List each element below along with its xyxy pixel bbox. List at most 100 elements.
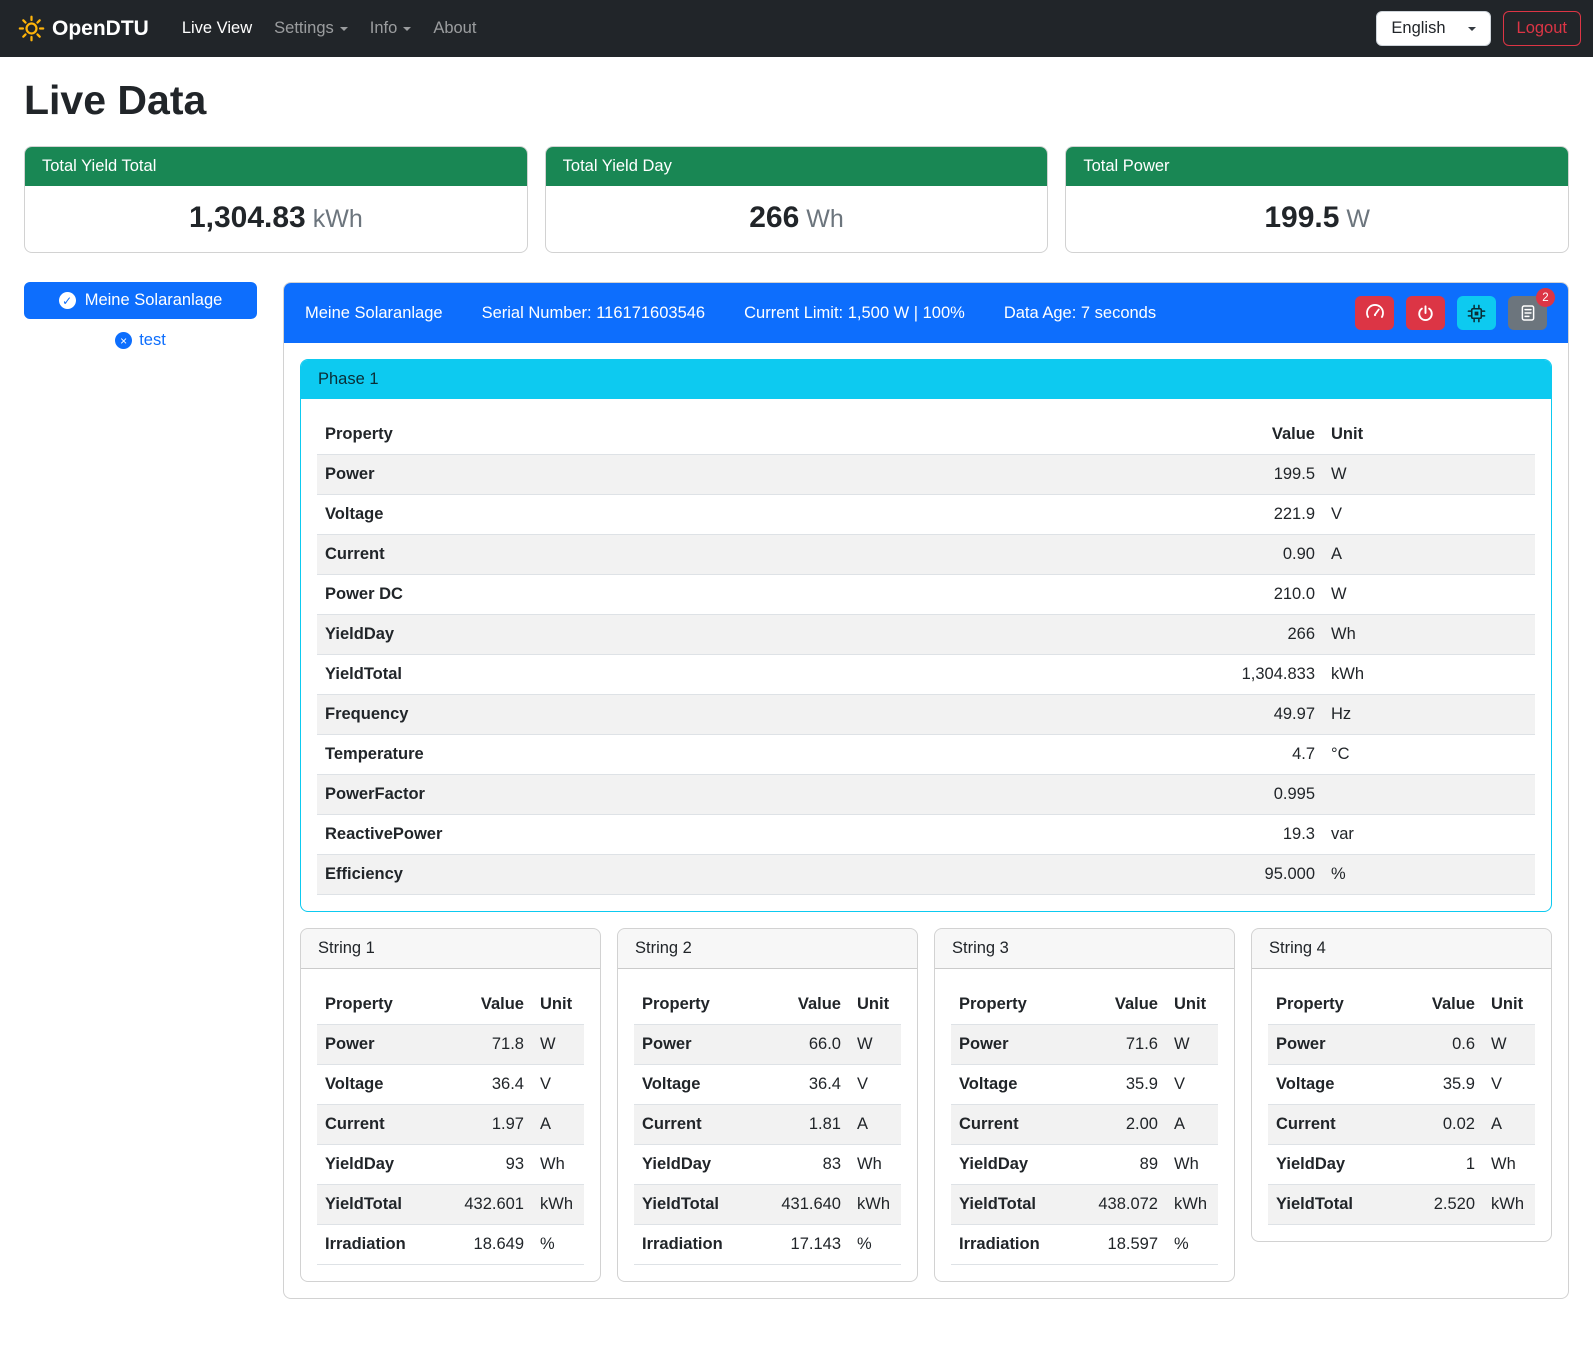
- table-row: YieldTotal432.601kWh: [317, 1185, 584, 1225]
- row-unit: Hz: [1323, 695, 1535, 735]
- summary-card-body: 1,304.83kWh: [25, 186, 527, 252]
- row-unit: W: [1483, 1025, 1535, 1065]
- caret-down-icon: [1468, 27, 1476, 31]
- row-property: Efficiency: [317, 855, 919, 895]
- table-row: Power199.5W: [317, 455, 1535, 495]
- table-row: YieldDay1Wh: [1268, 1145, 1535, 1185]
- row-value: 66.0: [773, 1025, 849, 1065]
- inverter-list-item-test[interactable]: × test: [24, 331, 257, 350]
- table-row: Current2.00A: [951, 1105, 1218, 1145]
- row-property: Temperature: [317, 735, 919, 775]
- table-row: Voltage36.4V: [634, 1065, 901, 1105]
- row-value: 95.000: [919, 855, 1323, 895]
- string-card-title: String 2: [618, 929, 917, 969]
- event-count-badge: 2: [1536, 288, 1555, 307]
- table-header-row: Property Value Unit: [634, 985, 901, 1025]
- summary-card-total-yield-total: Total Yield Total 1,304.83kWh: [24, 146, 528, 253]
- table-header-row: Property Value Unit: [317, 985, 584, 1025]
- string-card-1: String 1 Property Value Unit: [300, 928, 601, 1282]
- string-card-4: String 4 Property Value Unit: [1251, 928, 1552, 1242]
- row-property: YieldDay: [317, 1145, 456, 1185]
- row-property: Power: [317, 455, 919, 495]
- power-icon: [1416, 304, 1435, 323]
- row-unit: V: [1483, 1065, 1535, 1105]
- row-unit: %: [532, 1225, 584, 1265]
- summary-unit: kWh: [313, 205, 363, 233]
- navbar: OpenDTU Live View Settings Info About En…: [0, 0, 1593, 57]
- table-row: Voltage221.9V: [317, 495, 1535, 535]
- nav-item-label: Live View: [182, 19, 252, 38]
- row-property: YieldDay: [951, 1145, 1090, 1185]
- header-unit: Unit: [849, 985, 901, 1025]
- summary-value: 199.5: [1264, 201, 1339, 234]
- row-value: 71.6: [1090, 1025, 1166, 1065]
- inverter-name: Meine Solaranlage: [305, 304, 443, 323]
- row-unit: A: [1166, 1105, 1218, 1145]
- row-property: YieldTotal: [317, 655, 919, 695]
- row-property: ReactivePower: [317, 815, 919, 855]
- inverter-select-button[interactable]: ✓ Meine Solaranlage: [24, 282, 257, 319]
- limit-settings-button[interactable]: [1355, 296, 1394, 330]
- event-log-button[interactable]: 2: [1508, 296, 1547, 330]
- nav-item-about[interactable]: About: [422, 11, 487, 46]
- row-value: 93: [456, 1145, 532, 1185]
- phase-table: Property Value Unit Power199.5WVoltage22…: [317, 415, 1535, 895]
- string-table: Property Value Unit Power71.6WVoltage35.…: [951, 985, 1218, 1265]
- row-value: 221.9: [919, 495, 1323, 535]
- row-property: YieldTotal: [634, 1185, 773, 1225]
- summary-card-body: 266Wh: [546, 186, 1048, 252]
- power-button[interactable]: [1406, 296, 1445, 330]
- table-row: PowerFactor0.995: [317, 775, 1535, 815]
- row-property: Voltage: [951, 1065, 1090, 1105]
- row-unit: kWh: [849, 1185, 901, 1225]
- caret-down-icon: [340, 27, 348, 31]
- row-unit: V: [849, 1065, 901, 1105]
- nav-item-info[interactable]: Info: [359, 11, 423, 46]
- row-value: 17.143: [773, 1225, 849, 1265]
- string-card-body: Property Value Unit Power71.8WVoltage36.…: [301, 969, 600, 1281]
- table-row: Voltage35.9V: [951, 1065, 1218, 1105]
- string-card-title: String 3: [935, 929, 1234, 969]
- row-unit: A: [1323, 535, 1535, 575]
- table-row: Irradiation18.597%: [951, 1225, 1218, 1265]
- row-value: 49.97: [919, 695, 1323, 735]
- row-property: Power: [634, 1025, 773, 1065]
- language-select[interactable]: English: [1376, 11, 1490, 46]
- row-property: Power: [1268, 1025, 1407, 1065]
- row-property: Power: [951, 1025, 1090, 1065]
- row-value: 0.02: [1407, 1105, 1483, 1145]
- app-brand[interactable]: OpenDTU: [10, 15, 157, 42]
- summary-cards-row: Total Yield Total 1,304.83kWh Total Yiel…: [24, 146, 1569, 253]
- string-card-3: String 3 Property Value Unit: [934, 928, 1235, 1282]
- header-value: Value: [456, 985, 532, 1025]
- strings-row: String 1 Property Value Unit: [300, 928, 1552, 1282]
- table-row: Power66.0W: [634, 1025, 901, 1065]
- navbar-right: English Logout: [1376, 11, 1581, 46]
- row-property: Irradiation: [634, 1225, 773, 1265]
- summary-card-total-yield-day: Total Yield Day 266Wh: [545, 146, 1049, 253]
- header-property: Property: [317, 985, 456, 1025]
- nav-item-live-view[interactable]: Live View: [171, 11, 263, 46]
- row-value: 36.4: [773, 1065, 849, 1105]
- language-select-value: English: [1391, 19, 1445, 38]
- row-unit: A: [849, 1105, 901, 1145]
- row-property: Current: [1268, 1105, 1407, 1145]
- row-unit: V: [1166, 1065, 1218, 1105]
- table-row: YieldTotal431.640kWh: [634, 1185, 901, 1225]
- row-unit: W: [849, 1025, 901, 1065]
- header-property: Property: [317, 415, 919, 455]
- string-card-body: Property Value Unit Power66.0WVoltage36.…: [618, 969, 917, 1281]
- summary-card-title: Total Yield Day: [546, 147, 1048, 186]
- row-value: 4.7: [919, 735, 1323, 775]
- row-unit: [1323, 775, 1535, 815]
- table-row: Voltage35.9V: [1268, 1065, 1535, 1105]
- row-value: 210.0: [919, 575, 1323, 615]
- nav-item-settings[interactable]: Settings: [263, 11, 359, 46]
- table-row: Temperature4.7°C: [317, 735, 1535, 775]
- header-unit: Unit: [1166, 985, 1218, 1025]
- string-card-body: Property Value Unit Power71.6WVoltage35.…: [935, 969, 1234, 1281]
- page-content: Live Data Total Yield Total 1,304.83kWh …: [0, 77, 1593, 1327]
- logout-button[interactable]: Logout: [1503, 11, 1581, 46]
- device-info-button[interactable]: [1457, 296, 1496, 330]
- x-circle-icon: ×: [115, 332, 132, 349]
